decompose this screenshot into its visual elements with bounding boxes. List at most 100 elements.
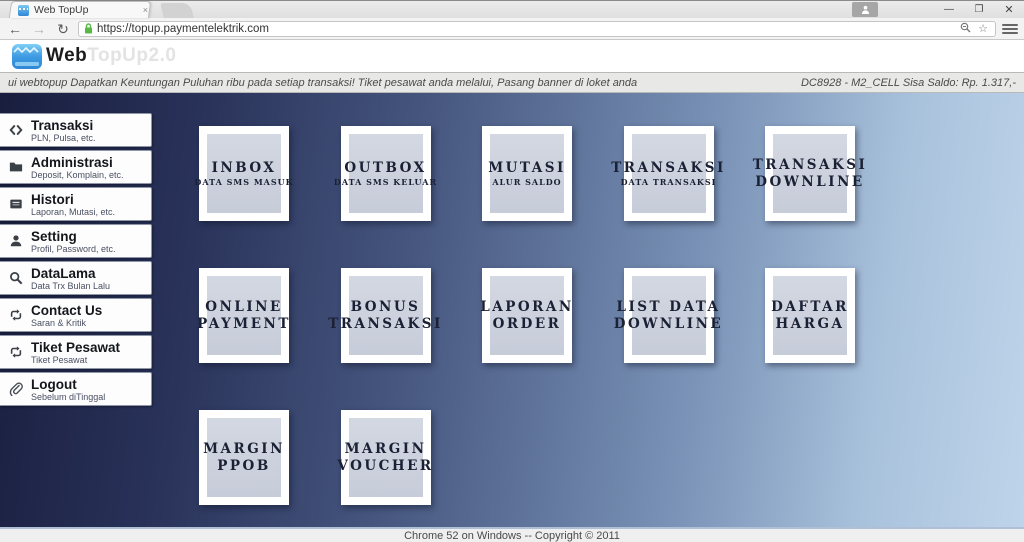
tile-title: MUTASI — [488, 160, 566, 176]
folder-icon — [7, 160, 24, 174]
person-icon — [861, 5, 869, 14]
minimize-button[interactable]: — — [934, 1, 964, 18]
ticker-bar: ui webtopup Dapatkan Keuntungan Puluhan … — [0, 72, 1024, 93]
dashboard-tile-grid: INBOX DATA SMS MASUK OUTBOX DATA SMS KELUAR… — [194, 126, 865, 505]
sidebar-item-label: Setting — [31, 228, 77, 244]
tile-title-line2: VOUCHER — [337, 457, 434, 474]
tile-title: LAPORAN — [480, 298, 574, 315]
tile-title: OUTBOX — [344, 160, 427, 176]
tile-title: ONLINE — [205, 298, 283, 315]
sidebar-menu: Transaksi PLN, Pulsa, etc. Administrasi Dep… — [0, 113, 152, 409]
tile-transaksi-downline[interactable]: TRANSAKSI DOWNLINE — [753, 126, 865, 221]
paperclip-icon — [7, 382, 24, 396]
code-icon — [7, 123, 24, 137]
tile-title-line2: DOWNLINE — [755, 173, 865, 190]
tile-face: INBOX DATA SMS MASUK — [194, 134, 293, 213]
tile-face: MARGIN VOUCHER — [337, 418, 431, 497]
tile-title-line2: DOWNLINE — [613, 315, 724, 332]
tile-mutasi[interactable]: MUTASI ALUR SALDO — [482, 126, 572, 221]
tile-daftar-harga[interactable]: DAFTAR HARGA — [765, 268, 855, 363]
tile-title: MARGIN — [203, 440, 285, 457]
address-bar[interactable]: https://topup.paymentelektrik.com ☆ — [78, 20, 996, 37]
tile-title: INBOX — [211, 160, 277, 176]
tile-title-line2: PAYMENT — [197, 315, 291, 332]
browser-titlebar: Web TopUp × — ❐ ✕ — [0, 1, 1024, 18]
tile-face: TRANSAKSI DOWNLINE — [753, 134, 865, 213]
tile-face: LIST DATA DOWNLINE — [614, 276, 721, 355]
brand-name-bold: Web — [46, 45, 88, 66]
account-balance-text: DC8928 - M2_CELL Sisa Saldo: Rp. 1.317,- — [800, 76, 1016, 89]
tile-title: DAFTAR — [771, 298, 849, 315]
tile-outbox[interactable]: OUTBOX DATA SMS KELUAR — [334, 126, 436, 221]
sidebar-item-setting[interactable]: Setting Profil, Password, etc. — [0, 224, 152, 258]
tile-laporan-order[interactable]: LAPORAN ORDER — [480, 268, 572, 363]
main-content: Transaksi PLN, Pulsa, etc. Administrasi Dep… — [0, 93, 1024, 527]
tile-margin-voucher[interactable]: MARGIN VOUCHER — [337, 410, 431, 505]
browser-tab-content[interactable]: Web TopUp × — [14, 2, 154, 18]
profile-avatar-button[interactable] — [852, 2, 878, 17]
tile-inbox[interactable]: INBOX DATA SMS MASUK — [194, 126, 293, 221]
tile-title-line2: PPOB — [217, 457, 271, 474]
tile-face: DAFTAR HARGA — [771, 276, 849, 355]
url-text[interactable]: https://topup.paymentelektrik.com — [97, 23, 954, 35]
archive-icon — [7, 197, 24, 211]
sidebar-item-sublabel: Data Trx Bulan Lalu — [31, 280, 111, 291]
tile-title: LIST DATA — [616, 298, 721, 315]
sidebar-item-sublabel: Profil, Password, etc. — [31, 243, 116, 254]
tile-face: OUTBOX DATA SMS KELUAR — [334, 134, 436, 213]
window-controls: — ❐ ✕ — [852, 1, 1024, 18]
sidebar-item-tiket-pesawat[interactable]: Tiket Pesawat Tiket Pesawat — [0, 335, 152, 369]
sidebar-item-datalama[interactable]: DataLama Data Trx Bulan Lalu — [0, 261, 152, 295]
sidebar-item-administrasi[interactable]: Administrasi Deposit, Komplain, etc. — [0, 150, 152, 184]
sidebar-item-sublabel: Deposit, Komplain, etc. — [31, 169, 124, 180]
https-padlock-icon — [84, 23, 93, 34]
tile-subtitle: DATA SMS MASUK — [194, 177, 294, 187]
sidebar-item-transaksi[interactable]: Transaksi PLN, Pulsa, etc. — [0, 113, 152, 147]
search-icon — [7, 271, 24, 285]
sidebar-item-contact-us[interactable]: Contact Us Saran & Kritik — [0, 298, 152, 332]
marquee-message: ui webtopup Dapatkan Keuntungan Puluhan … — [8, 76, 638, 89]
bookmark-star-icon[interactable]: ☆ — [976, 22, 990, 35]
reload-button[interactable]: ↻ — [54, 22, 72, 36]
tile-subtitle: ALUR SALDO — [492, 177, 562, 187]
forward-button[interactable]: → — [30, 22, 48, 36]
tile-title: TRANSAKSI — [611, 160, 726, 176]
tab-close-icon[interactable]: × — [141, 5, 150, 15]
footer-text: Chrome 52 on Windows -- Copyright © 2011 — [404, 529, 620, 542]
page-footer: Chrome 52 on Windows -- Copyright © 2011 — [0, 527, 1024, 542]
close-button[interactable]: ✕ — [994, 1, 1024, 18]
back-button[interactable]: ← — [6, 22, 24, 36]
tile-margin-ppob[interactable]: MARGIN PPOB — [199, 410, 289, 505]
sidebar-item-label: Tiket Pesawat — [31, 339, 121, 355]
tile-subtitle: DATA SMS KELUAR — [333, 177, 438, 187]
retweet-icon — [7, 345, 24, 359]
sidebar-item-label: Administrasi — [31, 154, 113, 170]
tile-subtitle: DATA TRANSAKSI — [620, 177, 717, 187]
sidebar-item-sublabel: Sebelum diTinggal — [31, 391, 106, 402]
sidebar-item-sublabel: Saran & Kritik — [31, 317, 87, 328]
tab-title: Web TopUp — [34, 4, 89, 16]
tile-bonus-transaksi[interactable]: BONUS TRANSAKSI — [328, 268, 440, 363]
zoom-icon[interactable] — [958, 22, 972, 36]
site-header: Web TopUp2.0 — [0, 40, 1024, 72]
browser-window: Web TopUp × — ❐ ✕ ← → ↻ https://topup.pa… — [0, 0, 1024, 542]
new-tab-button[interactable] — [160, 3, 194, 18]
tile-title: TRANSAKSI — [752, 156, 868, 173]
browser-toolbar: ← → ↻ https://topup.paymentelektrik.com … — [0, 18, 1024, 40]
sidebar-item-sublabel: PLN, Pulsa, etc. — [31, 132, 96, 143]
tile-face: TRANSAKSI DATA TRANSAKSI — [611, 134, 723, 213]
sidebar-item-label: Logout — [31, 376, 77, 392]
sidebar-item-sublabel: Tiket Pesawat — [31, 354, 88, 365]
tile-transaksi[interactable]: TRANSAKSI DATA TRANSAKSI — [611, 126, 723, 221]
tile-online-payment[interactable]: ONLINE PAYMENT — [197, 268, 289, 363]
restore-button[interactable]: ❐ — [964, 1, 994, 18]
sidebar-item-logout[interactable]: Logout Sebelum diTinggal — [0, 372, 152, 406]
tile-title: BONUS — [350, 298, 421, 315]
tile-title-line2: ORDER — [492, 315, 562, 332]
tile-face: ONLINE PAYMENT — [197, 276, 288, 355]
browser-menu-icon[interactable] — [1002, 22, 1018, 36]
sidebar-item-label: Transaksi — [31, 117, 94, 133]
tile-list-data-downline[interactable]: LIST DATA DOWNLINE — [614, 268, 721, 363]
sidebar-item-histori[interactable]: Histori Laporan, Mutasi, etc. — [0, 187, 152, 221]
tile-face: LAPORAN ORDER — [480, 276, 571, 355]
